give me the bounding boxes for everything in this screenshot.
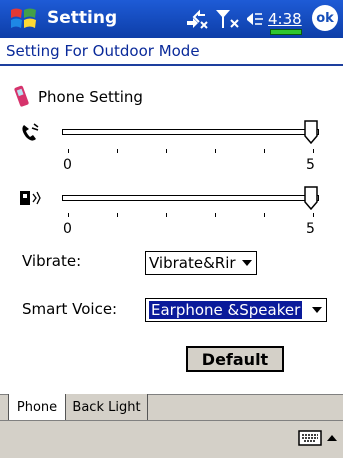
tab-back-light[interactable]: Back Light xyxy=(66,394,148,420)
start-logo-icon[interactable] xyxy=(9,6,39,32)
ring-volume-slider-thumb[interactable] xyxy=(304,120,318,144)
speaker-volume-slider-track[interactable] xyxy=(62,195,319,201)
vibrate-select[interactable]: Vibrate&Rir xyxy=(145,251,257,275)
vibrate-label: Vibrate: xyxy=(22,252,82,270)
chevron-down-icon[interactable] xyxy=(308,299,326,321)
battery-icon xyxy=(270,29,302,35)
smart-voice-label: Smart Voice: xyxy=(22,300,118,318)
command-bar xyxy=(0,420,343,458)
slider-tick xyxy=(68,149,69,153)
ring-volume-slider-track[interactable] xyxy=(62,129,319,135)
slider-min-label: 0 xyxy=(63,221,72,237)
volume-icon[interactable] xyxy=(243,8,265,30)
phone-icon xyxy=(14,85,29,107)
phone-ringer-icon xyxy=(22,123,39,141)
slider-tick xyxy=(215,213,216,217)
chevron-up-icon[interactable] xyxy=(326,433,338,443)
chevron-down-icon[interactable] xyxy=(238,252,256,274)
keyboard-icon[interactable] xyxy=(298,430,322,446)
slider-tick xyxy=(68,213,69,217)
slider-tick xyxy=(166,149,167,153)
default-button[interactable]: Default xyxy=(186,346,284,372)
tab-phone[interactable]: Phone xyxy=(8,394,66,420)
slider-tick xyxy=(117,213,118,217)
slider-tick xyxy=(264,149,265,153)
slider-tick xyxy=(117,149,118,153)
speaker-volume-slider-thumb[interactable] xyxy=(304,186,318,210)
slider-tick xyxy=(313,213,314,217)
slider-tick xyxy=(313,149,314,153)
smart-voice-value: Earphone &Speaker xyxy=(149,301,303,319)
speaker-icon xyxy=(20,191,41,205)
page-title: Setting For Outdoor Mode xyxy=(6,42,200,60)
section-title: Phone Setting xyxy=(38,88,143,106)
vibrate-value: Vibrate&Rir xyxy=(149,254,236,272)
slider-tick xyxy=(166,213,167,217)
app-title: Setting xyxy=(47,8,118,28)
slider-tick xyxy=(264,213,265,217)
slider-tick xyxy=(215,149,216,153)
connectivity-icon[interactable] xyxy=(184,8,208,30)
slider-max-label: 5 xyxy=(306,157,315,173)
signal-icon[interactable] xyxy=(214,8,240,30)
smart-voice-select[interactable]: Earphone &Speaker xyxy=(145,298,327,322)
clock[interactable]: 4:38 xyxy=(268,10,302,28)
slider-max-label: 5 xyxy=(306,221,315,237)
header-divider xyxy=(0,64,343,66)
slider-min-label: 0 xyxy=(63,157,72,173)
ok-button[interactable]: ok xyxy=(312,5,338,31)
